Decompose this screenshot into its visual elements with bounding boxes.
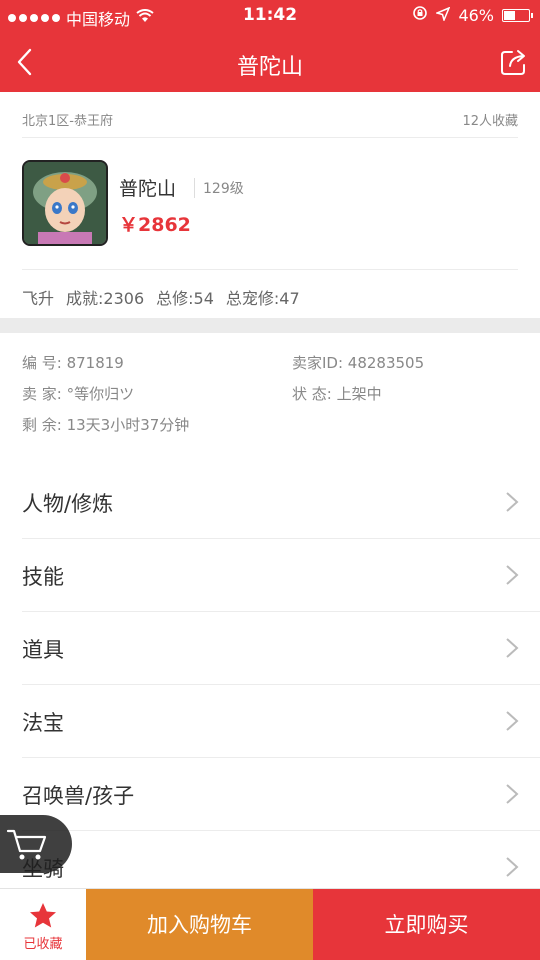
menu-item-label: 人物/修炼 xyxy=(22,492,114,516)
chevron-right-icon xyxy=(506,857,519,877)
detail-number: 编 号: 871819 xyxy=(22,354,124,372)
role-price: ￥2862 xyxy=(119,214,191,236)
menu-item-label: 技能 xyxy=(22,565,64,589)
stat-cultivation: 总修:54 xyxy=(156,289,214,308)
detail-status: 状 态: 上架中 xyxy=(292,385,382,403)
nav-bar: 普陀山 xyxy=(0,32,540,92)
bottom-action-bar: 已收藏 加入购物车 立即购买 xyxy=(0,888,540,960)
stat-pet-cultivation: 总宠修:47 xyxy=(225,289,300,308)
buy-now-button[interactable]: 立即购买 xyxy=(313,889,540,960)
menu-item-pets[interactable]: 召唤兽/孩子 xyxy=(22,758,540,831)
favorite-label: 已收藏 xyxy=(23,937,63,952)
chevron-right-icon xyxy=(506,711,519,731)
battery-percent: 46% xyxy=(458,5,494,25)
server-row: 北京1区-恭王府 12人收藏 xyxy=(22,110,518,138)
status-right: 46% xyxy=(412,5,533,25)
detail-seller-id: 卖家ID: 48283505 xyxy=(292,354,425,372)
chevron-right-icon xyxy=(506,638,519,658)
menu-item-items[interactable]: 道具 xyxy=(22,612,540,685)
star-icon xyxy=(30,903,56,928)
detail-seller: 卖 家: °等你归ツ xyxy=(22,385,135,403)
menu-item-treasures[interactable]: 法宝 xyxy=(22,685,540,758)
menu-item-skills[interactable]: 技能 xyxy=(22,539,540,612)
role-avatar xyxy=(22,160,108,246)
role-stats: 飞升 成就:2306 总修:54 总宠修:47 xyxy=(22,285,300,309)
stat-ascension: 飞升 xyxy=(22,289,55,308)
chevron-right-icon xyxy=(506,492,519,512)
page-title: 普陀山 xyxy=(236,55,303,80)
battery-icon xyxy=(502,8,533,22)
menu-item-label: 法宝 xyxy=(22,711,64,735)
floating-cart-button[interactable] xyxy=(0,815,72,873)
role-level: 129级 xyxy=(194,178,244,198)
cart-icon xyxy=(6,829,47,860)
role-card: 普陀山 129级 ￥2862 xyxy=(22,160,518,270)
server-name: 北京1区-恭王府 xyxy=(22,114,113,129)
menu-item-character[interactable]: 人物/修炼 xyxy=(22,466,540,539)
status-bar: 中国移动 11:42 46% xyxy=(0,0,540,32)
favorite-button[interactable]: 已收藏 xyxy=(0,889,86,960)
stat-achievement: 成就:2306 xyxy=(66,289,145,308)
menu-item-label: 召唤兽/孩子 xyxy=(22,784,135,808)
chevron-right-icon xyxy=(506,565,519,585)
detail-remaining: 剩 余: 13天3小时37分钟 xyxy=(22,416,190,434)
section-divider xyxy=(0,318,540,333)
role-name: 普陀山 xyxy=(119,178,177,200)
chevron-right-icon xyxy=(506,784,519,804)
add-to-cart-button[interactable]: 加入购物车 xyxy=(86,889,313,960)
location-icon xyxy=(435,6,451,25)
menu-item-label: 道具 xyxy=(22,638,64,662)
rotation-lock-icon xyxy=(412,5,428,25)
detail-menu: 人物/修炼 技能 道具 法宝 召唤兽/孩子 坐骑 xyxy=(22,466,540,904)
favorite-count: 12人收藏 xyxy=(462,114,518,129)
share-icon[interactable] xyxy=(496,44,532,80)
